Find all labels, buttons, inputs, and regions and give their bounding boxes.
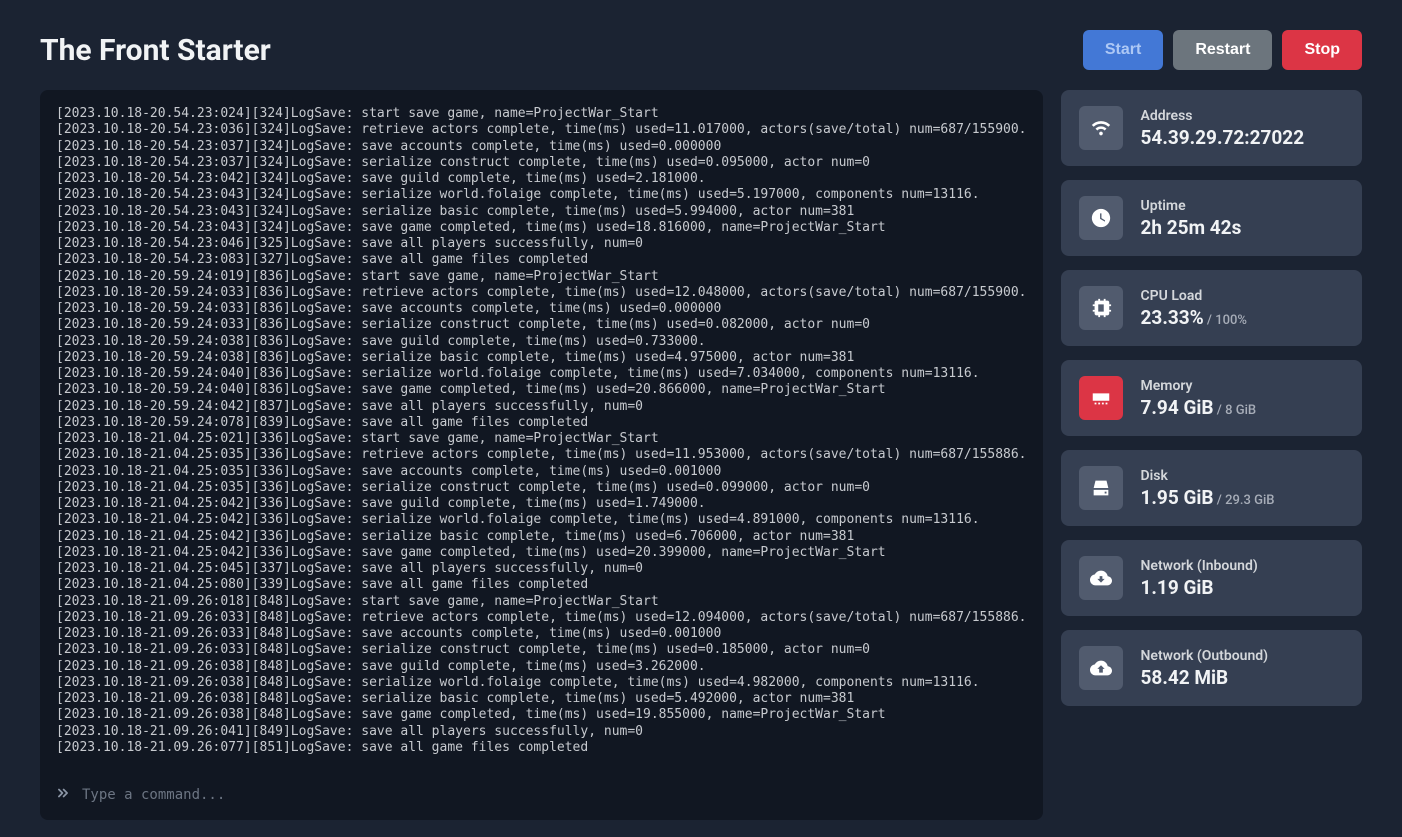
command-input-row: [56, 776, 1027, 804]
wifi-icon: [1079, 106, 1123, 150]
stat-label: Network (Outbound): [1141, 648, 1269, 664]
stat-value: 2h 25m 42s: [1141, 216, 1242, 239]
restart-button[interactable]: Restart: [1173, 30, 1272, 70]
stat-value: 1.95 GiB / 29.3 GiB: [1141, 486, 1275, 509]
stop-button[interactable]: Stop: [1282, 30, 1362, 70]
clock-icon: [1079, 196, 1123, 240]
chevron-right-icon: [56, 786, 70, 804]
stats-panel: Address 54.39.29.72:27022 Uptime 2h 25m …: [1061, 90, 1362, 820]
cloud-upload-icon: [1079, 646, 1123, 690]
disk-icon: [1079, 466, 1123, 510]
stat-label: Address: [1141, 108, 1305, 124]
stat-address: Address 54.39.29.72:27022: [1061, 90, 1362, 166]
page-title: The Front Starter: [40, 33, 271, 68]
stat-uptime: Uptime 2h 25m 42s: [1061, 180, 1362, 256]
action-buttons: Start Restart Stop: [1083, 30, 1362, 70]
cpu-icon: [1079, 286, 1123, 330]
command-input[interactable]: [82, 787, 1027, 803]
stat-label: Disk: [1141, 468, 1275, 484]
stat-memory: Memory 7.94 GiB / 8 GiB: [1061, 360, 1362, 436]
stat-label: Uptime: [1141, 198, 1242, 214]
stat-label: Memory: [1141, 378, 1257, 394]
stat-label: CPU Load: [1141, 288, 1247, 304]
stat-value: 1.19 GiB: [1141, 576, 1258, 599]
memory-icon: [1079, 376, 1123, 420]
stat-network-outbound: Network (Outbound) 58.42 MiB: [1061, 630, 1362, 706]
stat-value: 58.42 MiB: [1141, 666, 1269, 689]
stat-value: 54.39.29.72:27022: [1141, 126, 1305, 149]
console-panel: [2023.10.18-20.54.23:024][324]LogSave: s…: [40, 90, 1043, 820]
stat-disk: Disk 1.95 GiB / 29.3 GiB: [1061, 450, 1362, 526]
start-button[interactable]: Start: [1083, 30, 1163, 70]
stat-label: Network (Inbound): [1141, 558, 1258, 574]
stat-value: 7.94 GiB / 8 GiB: [1141, 396, 1257, 419]
stat-network-inbound: Network (Inbound) 1.19 GiB: [1061, 540, 1362, 616]
console-output[interactable]: [2023.10.18-20.54.23:024][324]LogSave: s…: [56, 106, 1027, 764]
cloud-download-icon: [1079, 556, 1123, 600]
stat-cpu: CPU Load 23.33% / 100%: [1061, 270, 1362, 346]
stat-value: 23.33% / 100%: [1141, 306, 1247, 329]
